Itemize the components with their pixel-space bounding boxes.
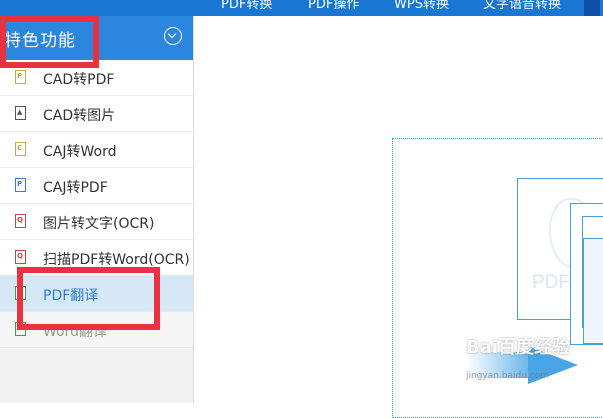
sidebar: 特色功能 CAD转PDFCAD转图片CAJ转WordCAJ转PDF图片转文字(O… bbox=[0, 16, 193, 403]
pdf-file-icon bbox=[15, 178, 26, 192]
chevron-down-icon[interactable] bbox=[164, 27, 182, 45]
sidebar-item-label: 图片转文字(OCR) bbox=[43, 216, 155, 232]
sidebar-item-label: CAJ转PDF bbox=[43, 180, 108, 196]
watermark: Bai百度经验 bbox=[466, 337, 571, 358]
pdf-file-icon bbox=[15, 70, 26, 84]
sidebar-item[interactable]: 图片转文字(OCR) bbox=[0, 204, 193, 240]
annotation-box-pdf-translate bbox=[17, 267, 160, 330]
tab-pdf-operate[interactable]: PDF操作 bbox=[308, 0, 359, 16]
sidebar-item[interactable]: CAD转图片 bbox=[0, 96, 193, 132]
image-file-icon bbox=[15, 106, 26, 120]
sidebar-item-label: 扫描PDF转Word(OCR) bbox=[43, 252, 190, 268]
tab-pdf-convert[interactable]: PDF转换 bbox=[221, 0, 272, 16]
watermark-url: jingyan.baidu.com bbox=[466, 371, 550, 381]
sidebar-item-label: CAJ转Word bbox=[43, 144, 117, 160]
tab-featured[interactable] bbox=[584, 0, 601, 16]
ocr-icon bbox=[15, 214, 26, 228]
scan-icon bbox=[15, 250, 26, 264]
illustration-pdf-label: PDF bbox=[532, 272, 570, 293]
annotation-box-header bbox=[0, 16, 99, 68]
sidebar-item-label: CAD转图片 bbox=[43, 108, 116, 124]
sidebar-item[interactable]: CAJ转Word bbox=[0, 132, 193, 168]
sidebar-item-label: CAD转PDF bbox=[43, 72, 115, 88]
tab-text-speech[interactable]: 文字语音转换 bbox=[483, 0, 561, 16]
caj-file-icon bbox=[15, 142, 26, 156]
top-nav-bar: PDF转换 PDF操作 WPS转换 文字语音转换 bbox=[0, 0, 603, 16]
sidebar-divider bbox=[193, 16, 194, 403]
sidebar-item[interactable]: CAJ转PDF bbox=[0, 168, 193, 204]
document-illustration-4 bbox=[583, 238, 603, 344]
tab-wps-convert[interactable]: WPS转换 bbox=[394, 0, 449, 16]
